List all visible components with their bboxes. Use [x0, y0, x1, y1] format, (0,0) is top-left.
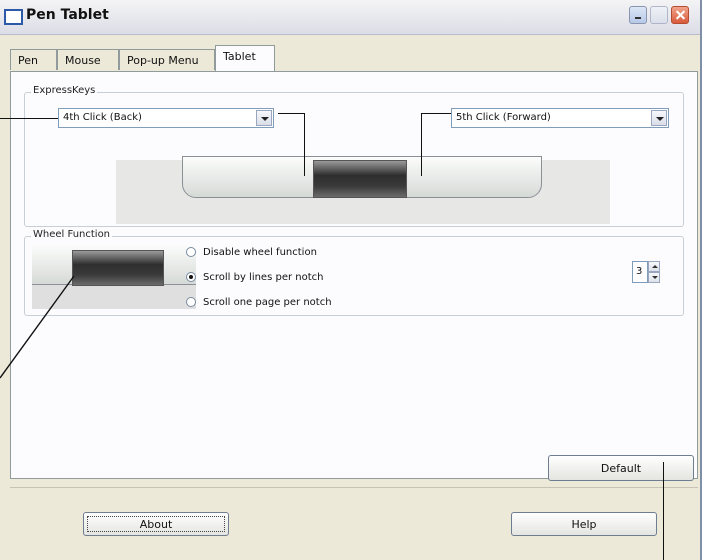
close-button[interactable] [671, 6, 689, 24]
annotation-line-wheel [0, 275, 75, 379]
radio-unchecked-icon[interactable] [186, 247, 196, 257]
lines-per-notch-stepper[interactable]: 3 [632, 261, 660, 285]
annotation-line-expresskeys [0, 118, 58, 119]
left-key-leader-line [278, 113, 304, 114]
focus-ring [87, 516, 225, 532]
maximize-button[interactable] [650, 6, 668, 24]
default-button[interactable]: Default [548, 455, 694, 481]
chevron-down-icon[interactable] [256, 110, 272, 126]
tab-pen[interactable]: Pen [10, 49, 57, 70]
help-button[interactable]: Help [511, 512, 657, 536]
scroll-lines-label: Scroll by lines per notch [203, 271, 324, 283]
tab-popup-menu[interactable]: Pop-up Menu [119, 49, 215, 70]
default-button-label: Default [600, 461, 642, 475]
scroll-page-label: Scroll one page per notch [203, 296, 332, 308]
spin-up-icon[interactable] [648, 261, 660, 272]
left-key-leader-line-vertical [304, 113, 305, 176]
left-expresskey-value: 4th Click (Back) [63, 112, 142, 123]
help-button-label: Help [571, 517, 597, 531]
expresskey-illustration [313, 160, 407, 198]
annotation-line-default [663, 462, 664, 560]
scroll-lines-radio[interactable]: Scroll by lines per notch [186, 269, 323, 285]
right-expresskey-select[interactable]: 5th Click (Forward) [451, 108, 669, 128]
wheel-illustration-key [72, 250, 164, 286]
minimize-button[interactable] [629, 6, 647, 24]
tab-tablet[interactable]: Tablet [215, 45, 275, 71]
wheel-function-group-label: Wheel Function [31, 229, 113, 240]
radio-unchecked-icon[interactable] [186, 297, 196, 307]
title-bar[interactable]: Pen Tablet [0, 0, 700, 35]
tab-mouse[interactable]: Mouse [57, 49, 119, 70]
right-key-leader-line-vertical [421, 113, 422, 176]
radio-checked-icon[interactable] [186, 272, 196, 282]
bottom-separator [10, 487, 698, 488]
about-button[interactable]: About [83, 512, 229, 536]
lines-per-notch-input[interactable]: 3 [632, 261, 648, 283]
disable-wheel-radio[interactable]: Disable wheel function [186, 244, 317, 260]
pen-tablet-window: Pen Tablet Pen Mouse Pop-up Menu Tablet … [0, 0, 702, 560]
spin-down-icon[interactable] [648, 272, 660, 283]
right-key-leader-line [421, 113, 451, 114]
left-expresskey-select[interactable]: 4th Click (Back) [58, 108, 274, 128]
right-expresskey-value: 5th Click (Forward) [456, 112, 551, 123]
window-icon [4, 9, 23, 25]
chevron-down-icon[interactable] [651, 110, 667, 126]
window-title: Pen Tablet [26, 7, 109, 23]
expresskeys-group-label: ExpressKeys [31, 85, 98, 96]
disable-wheel-label: Disable wheel function [203, 246, 317, 258]
scroll-page-radio[interactable]: Scroll one page per notch [186, 294, 332, 310]
